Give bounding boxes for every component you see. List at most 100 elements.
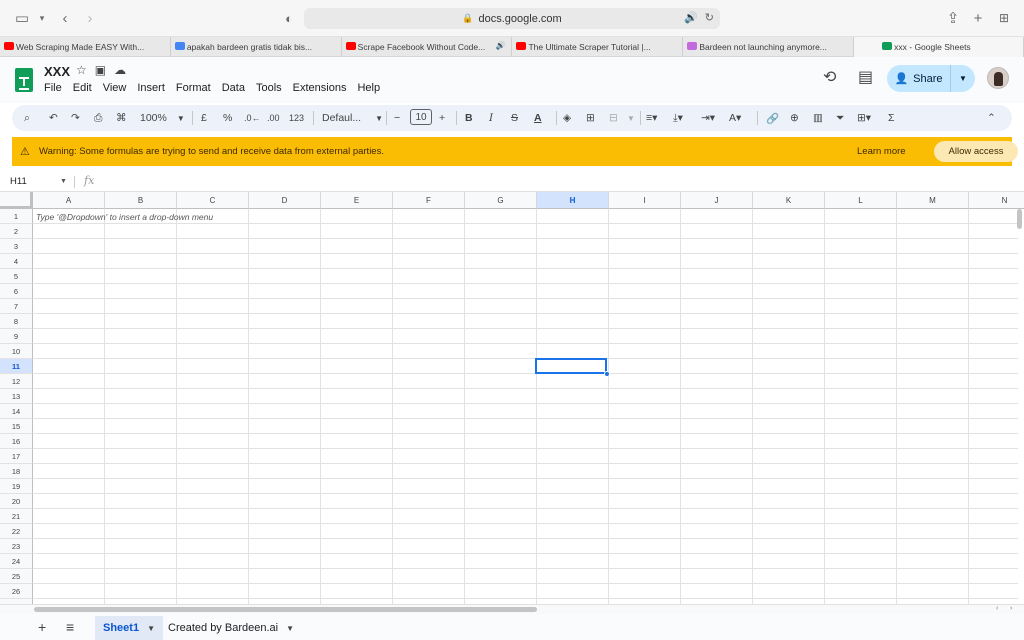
row-header-5[interactable]: 5 (0, 269, 33, 284)
column-header-l[interactable]: L (825, 192, 897, 209)
sheet-tab-sheet1[interactable]: Sheet1 ▼ (95, 616, 163, 640)
selected-cell[interactable] (535, 358, 607, 374)
speaker-icon[interactable]: 🔊 (684, 11, 698, 24)
column-header-a[interactable]: A (33, 192, 105, 209)
new-tab-icon[interactable]: + (968, 9, 988, 27)
filter-icon[interactable]: ⏷ (836, 109, 844, 127)
back-icon[interactable]: ‹ (55, 9, 75, 27)
undo-icon[interactable]: ↶ (49, 109, 58, 127)
browser-tab[interactable]: apakah bardeen gratis tidak bis... (171, 37, 342, 57)
column-header-n[interactable]: N (969, 192, 1024, 209)
horizontal-align-icon[interactable]: ≡▾ (646, 109, 657, 127)
paint-format-icon[interactable]: ⌘ (116, 109, 127, 127)
row-header-9[interactable]: 9 (0, 329, 33, 344)
menu-item-edit[interactable]: Edit (73, 82, 92, 94)
browser-tab[interactable]: Scrape Facebook Without Code... 🔊 (342, 37, 513, 57)
menu-item-file[interactable]: File (44, 82, 62, 94)
functions-icon[interactable]: Σ (888, 109, 895, 127)
document-title[interactable]: XXX (44, 64, 70, 79)
column-header-m[interactable]: M (897, 192, 969, 209)
text-wrap-icon[interactable]: ⇥▾ (701, 109, 715, 127)
row-header-19[interactable]: 19 (0, 479, 33, 494)
chevron-down-icon[interactable]: ▾ (32, 9, 52, 27)
percent-format-button[interactable]: % (223, 109, 232, 127)
decrease-decimal-button[interactable]: .0← (244, 109, 261, 127)
row-header-4[interactable]: 4 (0, 254, 33, 269)
version-history-icon[interactable]: ⟲ (823, 67, 836, 87)
comments-icon[interactable]: ▤ (858, 67, 873, 87)
redo-icon[interactable]: ↷ (71, 109, 80, 127)
column-header-b[interactable]: B (105, 192, 177, 209)
collapse-toolbar-icon[interactable]: ⌃ (987, 109, 996, 127)
row-header-23[interactable]: 23 (0, 539, 33, 554)
currency-format-button[interactable]: £ (201, 109, 207, 127)
font-select[interactable]: Defaul... ▼ (322, 109, 383, 127)
row-header-18[interactable]: 18 (0, 464, 33, 479)
row-header-8[interactable]: 8 (0, 314, 33, 329)
menu-item-view[interactable]: View (103, 82, 127, 94)
row-header-3[interactable]: 3 (0, 239, 33, 254)
move-folder-icon[interactable]: ▣ (95, 63, 106, 77)
column-header-h[interactable]: H (537, 192, 609, 209)
name-box[interactable]: H11 (10, 176, 27, 187)
row-header-1[interactable]: 1 (0, 209, 33, 224)
row-header-13[interactable]: 13 (0, 389, 33, 404)
row-header-11[interactable]: 11 (0, 359, 33, 374)
font-size-input[interactable]: 10 (410, 109, 432, 125)
column-header-k[interactable]: K (753, 192, 825, 209)
cloud-status-icon[interactable]: ☁ (114, 63, 126, 77)
number-format-button[interactable]: 123 (289, 109, 304, 127)
decrease-font-size-button[interactable]: − (394, 109, 400, 127)
chevron-down-icon[interactable]: ▼ (147, 624, 155, 633)
insert-comment-icon[interactable]: ⊕ (790, 109, 799, 127)
speaker-icon[interactable]: 🔊 (496, 41, 506, 50)
menu-item-data[interactable]: Data (222, 82, 245, 94)
row-header-21[interactable]: 21 (0, 509, 33, 524)
row-header-14[interactable]: 14 (0, 404, 33, 419)
row-header-2[interactable]: 2 (0, 224, 33, 239)
add-sheet-icon[interactable]: + (38, 619, 46, 635)
borders-icon[interactable]: ⊞ (586, 109, 595, 127)
column-header-i[interactable]: I (609, 192, 681, 209)
fill-color-icon[interactable]: ◈ (563, 109, 571, 127)
row-header-24[interactable]: 24 (0, 554, 33, 569)
row-header-16[interactable]: 16 (0, 434, 33, 449)
row-header-26[interactable]: 26 (0, 584, 33, 599)
column-header-c[interactable]: C (177, 192, 249, 209)
vertical-align-icon[interactable]: ⤓▾ (673, 109, 683, 127)
share-button[interactable]: 👤 Share ▼ (887, 65, 975, 92)
column-header-f[interactable]: F (393, 192, 465, 209)
menu-item-format[interactable]: Format (176, 82, 211, 94)
row-header-20[interactable]: 20 (0, 494, 33, 509)
menu-item-tools[interactable]: Tools (256, 82, 282, 94)
share-icon[interactable]: ⇪ (943, 9, 963, 27)
scroll-left-icon[interactable]: ‹ (996, 605, 998, 612)
row-header-12[interactable]: 12 (0, 374, 33, 389)
all-sheets-icon[interactable]: ≡ (66, 619, 74, 635)
search-icon[interactable]: ⌕ (24, 109, 30, 127)
italic-button[interactable]: I (489, 109, 493, 127)
share-dropdown-icon[interactable]: ▼ (951, 74, 975, 83)
star-icon[interactable]: ☆ (76, 63, 87, 77)
avatar[interactable] (987, 67, 1009, 89)
increase-font-size-button[interactable]: + (439, 109, 445, 127)
allow-access-button[interactable]: Allow access (934, 141, 1018, 162)
fill-handle[interactable] (604, 371, 610, 377)
merge-cells-icon[interactable]: ⊟ (609, 109, 618, 127)
chevron-down-icon[interactable]: ▼ (60, 178, 67, 185)
browser-tab[interactable]: The Ultimate Scraper Tutorial |... (512, 37, 684, 57)
row-header-22[interactable]: 22 (0, 524, 33, 539)
sheets-logo-icon[interactable] (15, 68, 33, 92)
row-header-25[interactable]: 25 (0, 569, 33, 584)
menu-item-insert[interactable]: Insert (137, 82, 165, 94)
sheet-tab-created-by-bardeen[interactable]: Created by Bardeen.ai ▼ (160, 616, 302, 640)
row-header-7[interactable]: 7 (0, 299, 33, 314)
column-header-g[interactable]: G (465, 192, 537, 209)
strikethrough-button[interactable]: S (511, 109, 518, 127)
select-all-corner[interactable] (0, 192, 33, 209)
browser-tab[interactable]: Bardeen not launching anymore... (683, 37, 855, 57)
bold-button[interactable]: B (465, 109, 473, 127)
increase-decimal-button[interactable]: .00 (267, 109, 280, 127)
reload-icon[interactable]: ↻ (705, 11, 714, 24)
chevron-down-icon[interactable]: ▼ (286, 624, 294, 633)
